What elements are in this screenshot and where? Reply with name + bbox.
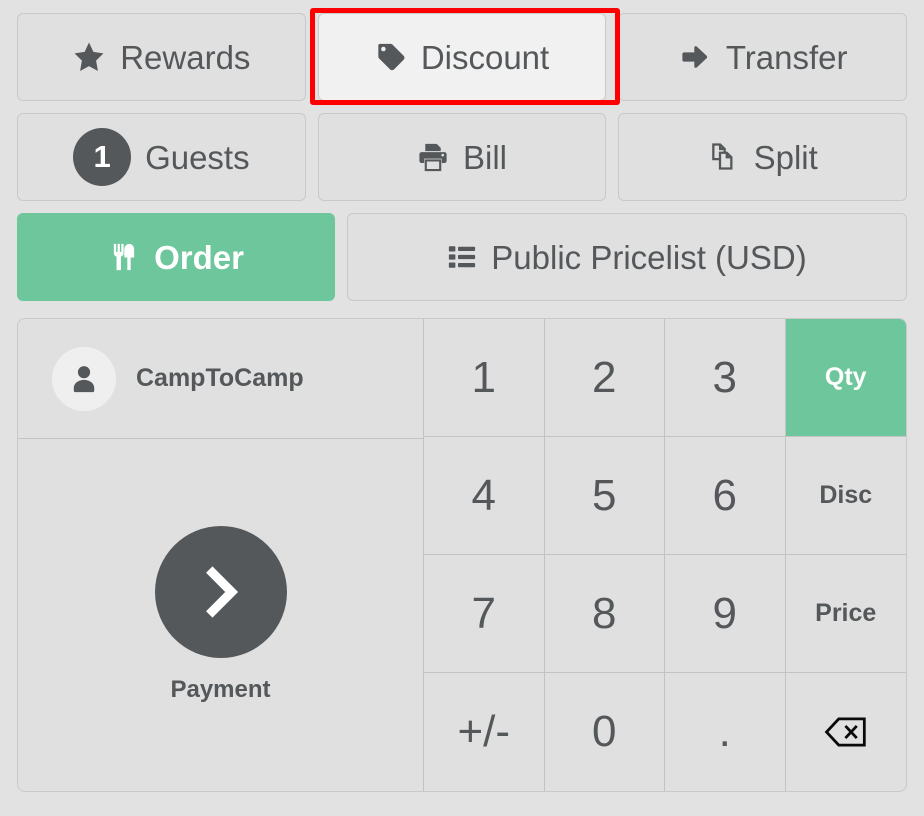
order-control-panel: CampToCamp Payment 1 2 3 Qty 4 5 6 Disc … xyxy=(17,318,907,792)
rewards-button[interactable]: Rewards xyxy=(17,13,306,101)
tag-icon xyxy=(375,41,407,73)
numpad-key-label: . xyxy=(718,707,731,756)
numpad-key-label: 7 xyxy=(471,588,496,638)
transfer-label: Transfer xyxy=(725,38,848,76)
action-row-1: Rewards Discount Transfer xyxy=(17,13,908,101)
action-row-2: 1 Guests Bill Split xyxy=(17,113,908,201)
numpad: 1 2 3 Qty 4 5 6 Disc 7 8 9 Price +/- 0 . xyxy=(424,319,906,791)
cutlery-icon xyxy=(108,241,140,273)
numpad-key-8[interactable]: 8 xyxy=(544,555,665,673)
payment-label: Payment xyxy=(170,676,271,703)
order-button[interactable]: Order xyxy=(17,213,335,301)
printer-icon xyxy=(417,141,449,173)
split-label: Split xyxy=(753,138,818,176)
numpad-key-7[interactable]: 7 xyxy=(424,555,545,673)
numpad-key-9[interactable]: 9 xyxy=(665,555,786,673)
numpad-key-label: 2 xyxy=(592,352,617,402)
bill-button[interactable]: Bill xyxy=(317,113,607,201)
rewards-label: Rewards xyxy=(120,38,251,76)
numpad-key-qty[interactable]: Qty xyxy=(785,319,906,437)
discount-button[interactable]: Discount xyxy=(317,13,607,101)
guests-button[interactable]: 1 Guests xyxy=(17,113,306,201)
numpad-key-backspace[interactable] xyxy=(786,673,907,791)
guest-count-value: 1 xyxy=(93,139,111,174)
discount-label: Discount xyxy=(420,38,550,76)
numpad-key-label: Price xyxy=(815,599,877,627)
customer-payment-column: CampToCamp Payment xyxy=(18,319,424,791)
numpad-key-2[interactable]: 2 xyxy=(544,319,665,437)
guests-label: Guests xyxy=(145,138,250,176)
customer-name: CampToCamp xyxy=(136,364,304,392)
pos-control-panel: Rewards Discount Transfer 1 Guests Bill … xyxy=(0,0,924,816)
numpad-key-0[interactable]: 0 xyxy=(545,673,665,791)
numpad-key-6[interactable]: 6 xyxy=(665,437,786,555)
star-icon xyxy=(72,40,106,74)
numpad-key-label: 4 xyxy=(471,470,496,520)
numpad-key-label: Disc xyxy=(819,481,873,509)
numpad-key-1[interactable]: 1 xyxy=(424,319,545,437)
numpad-key-5[interactable]: 5 xyxy=(544,437,665,555)
numpad-key-label: 1 xyxy=(471,352,496,402)
numpad-key-label: 3 xyxy=(712,352,737,402)
pricelist-label: Public Pricelist (USD) xyxy=(491,238,807,276)
numpad-key-label: 5 xyxy=(592,470,617,520)
numpad-key-price[interactable]: Price xyxy=(785,555,906,673)
payment-button[interactable]: Payment xyxy=(18,439,423,791)
numpad-key-4[interactable]: 4 xyxy=(424,437,545,555)
numpad-key-label: +/- xyxy=(457,707,511,756)
order-label: Order xyxy=(154,238,244,276)
arrow-right-icon xyxy=(678,40,712,74)
bill-label: Bill xyxy=(463,138,508,176)
chevron-right-icon xyxy=(154,526,287,658)
numpad-key-label: 0 xyxy=(592,707,617,756)
numpad-key-sign[interactable]: +/- xyxy=(424,673,545,791)
numpad-key-disc[interactable]: Disc xyxy=(785,437,906,555)
copy-pages-icon xyxy=(708,141,740,173)
numpad-key-label: 8 xyxy=(592,588,617,638)
pricelist-button[interactable]: Public Pricelist (USD) xyxy=(347,213,907,301)
split-button[interactable]: Split xyxy=(618,113,908,201)
person-icon xyxy=(52,346,116,411)
backspace-icon xyxy=(824,716,868,748)
customer-button[interactable]: CampToCamp xyxy=(18,319,423,439)
transfer-button[interactable]: Transfer xyxy=(618,13,908,101)
numpad-key-label: 9 xyxy=(712,588,737,638)
guest-count-badge: 1 xyxy=(73,128,132,186)
action-row-3: Order Public Pricelist (USD) xyxy=(17,213,907,301)
numpad-key-label: Qty xyxy=(824,363,867,391)
list-icon xyxy=(447,242,477,272)
numpad-key-3[interactable]: 3 xyxy=(665,319,786,437)
numpad-key-label: 6 xyxy=(712,470,737,520)
numpad-key-decimal[interactable]: . xyxy=(665,673,786,791)
